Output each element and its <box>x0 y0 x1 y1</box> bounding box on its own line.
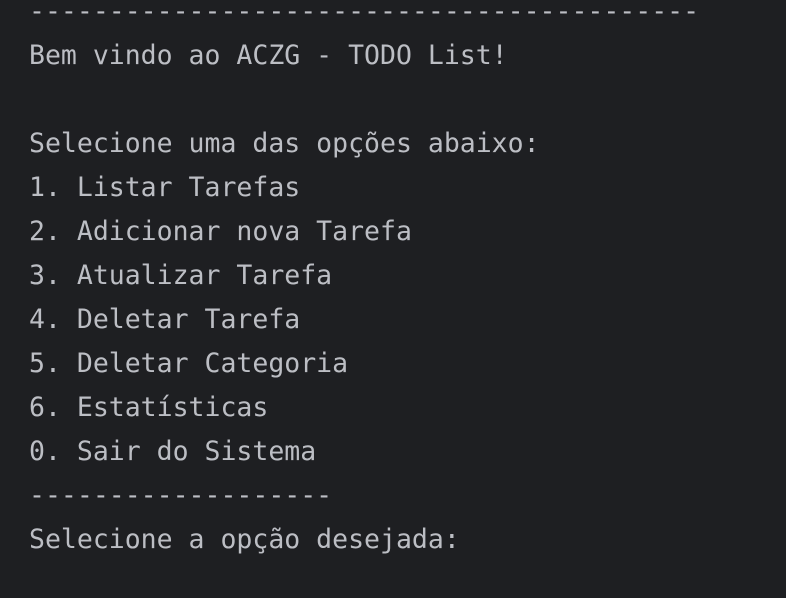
menu-option-list-tasks: 1. Listar Tarefas <box>29 172 301 203</box>
input-prompt: Selecione a opção desejada: <box>29 524 460 555</box>
menu-option-delete-task: 4. Deletar Tarefa <box>29 304 301 335</box>
separator-bottom: ------------------- <box>29 480 333 511</box>
console-output[interactable]: ----------------------------------------… <box>0 0 786 598</box>
menu-option-update-task: 3. Atualizar Tarefa <box>29 260 333 291</box>
menu-option-exit: 0. Sair do Sistema <box>29 436 317 467</box>
menu-header: Selecione uma das opções abaixo: <box>29 128 540 159</box>
separator-top: ----------------------------------------… <box>29 0 700 27</box>
welcome-message: Bem vindo ao ACZG - TODO List! <box>29 40 508 71</box>
menu-option-statistics: 6. Estatísticas <box>29 392 269 423</box>
menu-option-add-task: 2. Adicionar nova Tarefa <box>29 216 412 247</box>
menu-option-delete-category: 5. Deletar Categoria <box>29 348 349 379</box>
